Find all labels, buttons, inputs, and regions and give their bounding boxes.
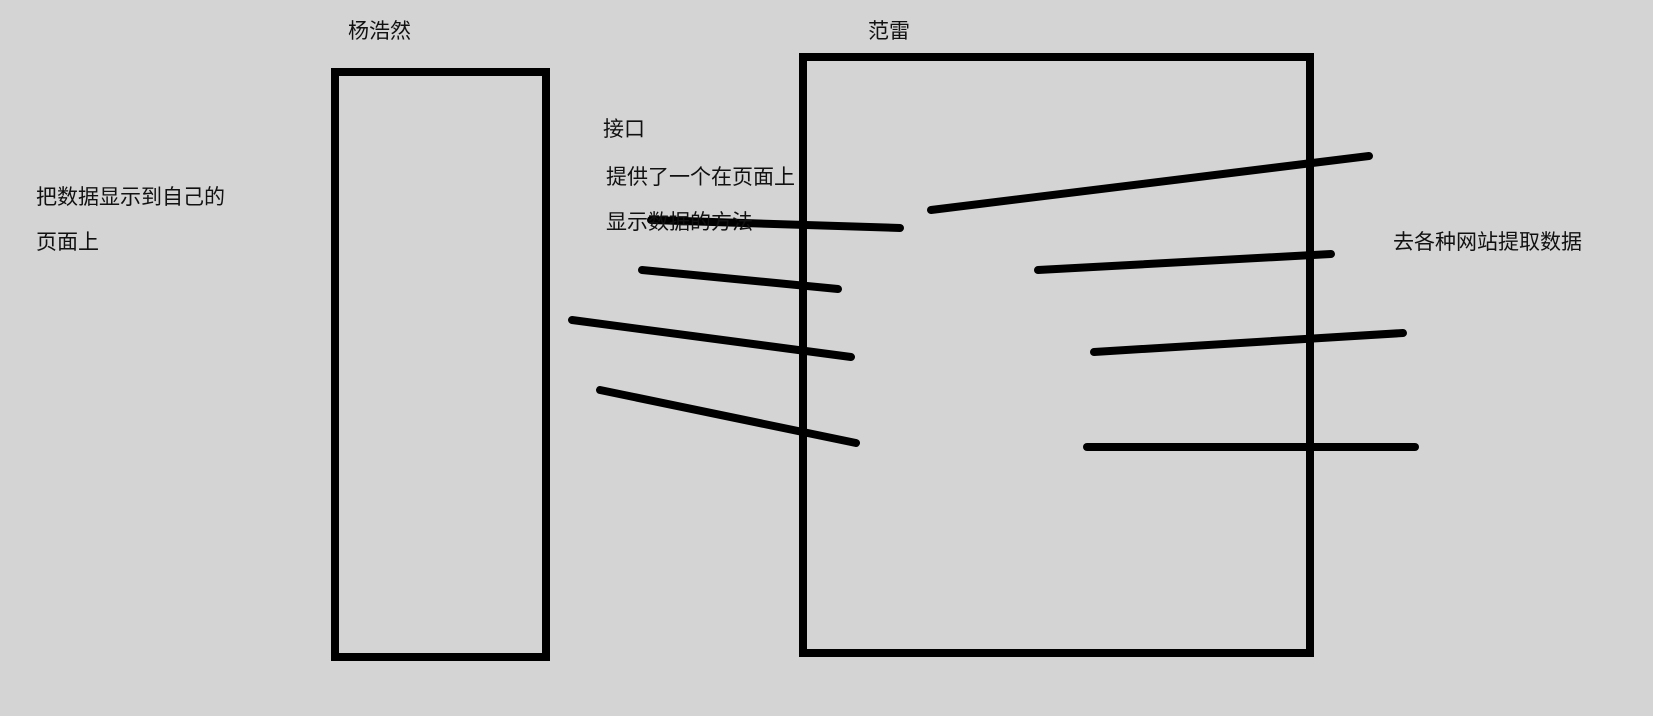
source-stroke-3 bbox=[1090, 329, 1407, 356]
diagram-canvas bbox=[331, 53, 1419, 661]
left-box-title: 杨浩然 bbox=[348, 19, 411, 43]
interface-description-line-2: 显示数据的方法 bbox=[606, 210, 753, 234]
interface-description-line-1: 提供了一个在页面上 bbox=[606, 165, 795, 189]
interface-stroke-3 bbox=[568, 316, 855, 361]
display-note-line-2: 页面上 bbox=[36, 230, 99, 254]
source-stroke-2 bbox=[1034, 250, 1335, 274]
interface-stroke-2 bbox=[638, 266, 842, 293]
interface-stroke-4 bbox=[596, 386, 860, 447]
display-note-line-1: 把数据显示到自己的 bbox=[36, 185, 225, 209]
left-system-box bbox=[331, 68, 550, 661]
source-stroke-1 bbox=[927, 152, 1373, 214]
right-system-box bbox=[799, 53, 1314, 657]
extract-note: 去各种网站提取数据 bbox=[1393, 230, 1582, 254]
diagram-strokes bbox=[331, 53, 1419, 661]
right-box-title: 范雷 bbox=[868, 19, 910, 43]
interface-label: 接口 bbox=[603, 117, 645, 141]
